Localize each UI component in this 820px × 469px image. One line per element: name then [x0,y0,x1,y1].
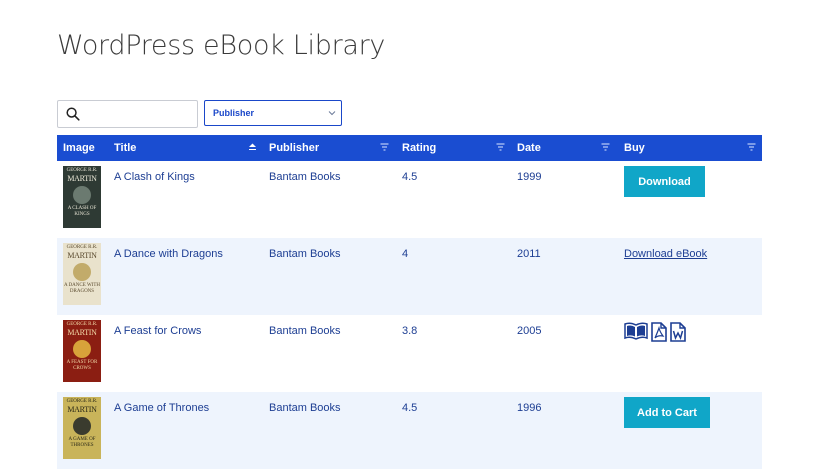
add-to-cart-button[interactable]: Add to Cart [624,397,710,428]
book-publisher: Bantam Books [269,248,341,260]
book-cover-image[interactable]: GEORGE R.R. MARTIN A DANCE WITH DRAGONS [63,243,101,305]
pdf-icon[interactable] [651,322,667,347]
book-publisher: Bantam Books [269,325,341,337]
book-date: 1999 [517,171,542,183]
chevron-down-icon [328,111,336,116]
word-icon[interactable] [670,322,686,347]
table-row: GEORGE R.R. MARTIN A CLASH OF KINGS A Cl… [57,161,762,238]
book-date: 2011 [517,248,541,260]
table-row: GEORGE R.R. MARTIN A FEAST FOR CROWS A F… [57,315,762,392]
book-icon[interactable] [624,322,648,347]
column-header-buy[interactable]: Buy [624,142,645,154]
page-title: WordPress eBook Library [57,30,386,61]
filter-icon[interactable] [747,143,756,151]
book-date: 2005 [517,325,542,337]
book-cover-image[interactable]: GEORGE R.R. MARTIN A CLASH OF KINGS [63,166,101,228]
table-header: Image Title Publisher Rating Date Buy [57,135,762,161]
search-box[interactable] [57,100,198,128]
cover-art [73,186,91,204]
filter-icon[interactable] [601,143,610,151]
sort-ascending-icon[interactable] [248,143,257,151]
book-title[interactable]: A Dance with Dragons [114,248,223,260]
book-rating: 4.5 [402,402,418,414]
book-cover-image[interactable]: GEORGE R.R. MARTIN A GAME OF THRONES [63,397,101,459]
cover-art [73,263,91,281]
column-header-image: Image [63,142,95,154]
ebook-table: Image Title Publisher Rating Date Buy GE… [57,135,762,469]
book-cover-image[interactable]: GEORGE R.R. MARTIN A FEAST FOR CROWS [63,320,101,382]
filter-icon[interactable] [380,143,389,151]
book-title[interactable]: A Feast for Crows [114,325,201,337]
search-icon [66,107,80,121]
publisher-filter-select[interactable]: Publisher [204,100,342,126]
table-row: GEORGE R.R. MARTIN A DANCE WITH DRAGONS … [57,238,762,315]
column-header-date[interactable]: Date [517,142,541,154]
search-input[interactable] [86,104,196,126]
column-header-rating[interactable]: Rating [402,142,436,154]
column-header-title[interactable]: Title [114,142,136,154]
book-publisher: Bantam Books [269,402,341,414]
cover-art [73,340,91,358]
cover-art [73,417,91,435]
book-rating: 3.8 [402,325,418,337]
book-rating: 4 [402,248,409,260]
book-publisher: Bantam Books [269,171,341,183]
column-header-publisher[interactable]: Publisher [269,142,319,154]
book-date: 1996 [517,402,542,414]
download-button[interactable]: Download [624,166,705,197]
filter-icon[interactable] [496,143,505,151]
download-format-icons [624,322,686,347]
book-rating: 4.5 [402,171,418,183]
book-title[interactable]: A Clash of Kings [114,171,195,183]
book-title[interactable]: A Game of Thrones [114,402,209,414]
publisher-filter-label: Publisher [213,108,255,118]
table-row: GEORGE R.R. MARTIN A GAME OF THRONES A G… [57,392,762,469]
download-ebook-link[interactable]: Download eBook [624,248,707,260]
